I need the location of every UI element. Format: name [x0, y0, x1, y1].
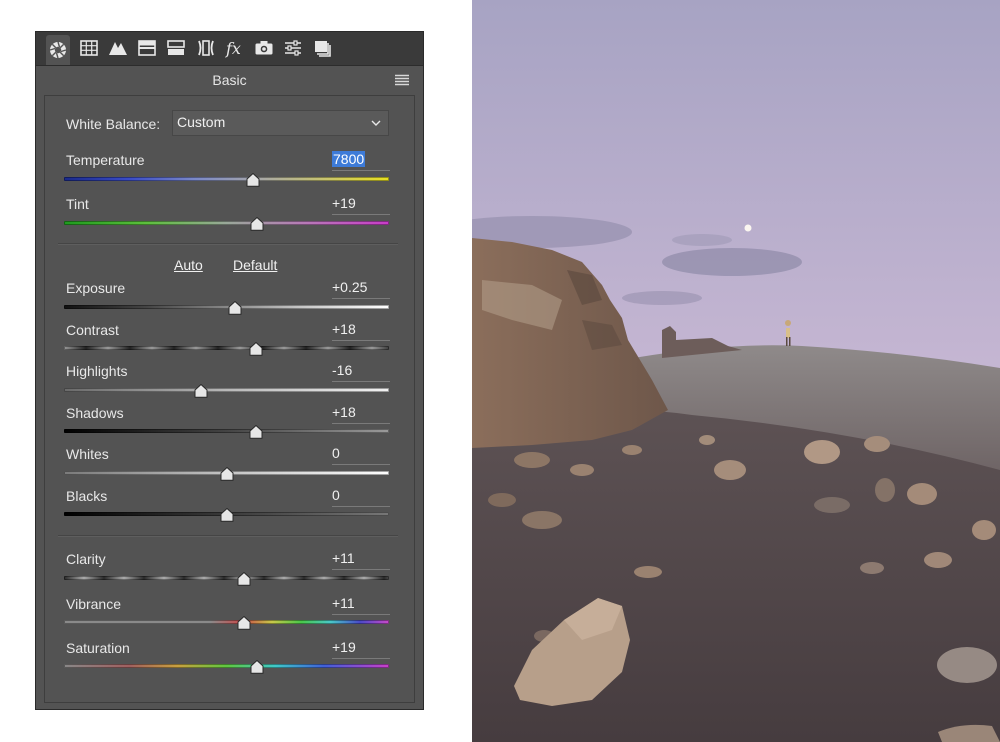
white-balance-label: White Balance:: [66, 116, 161, 132]
tint-slider-thumb[interactable]: [250, 217, 264, 231]
vibrance-slider-track[interactable]: [64, 620, 389, 624]
highlights-value: -16: [332, 362, 353, 378]
tab-hsl[interactable]: [135, 35, 159, 61]
exposure-slider-track[interactable]: [64, 305, 389, 309]
tab-effects[interactable]: fx: [223, 35, 247, 61]
tab-camera-calibration[interactable]: [252, 35, 276, 61]
tab-tone-curve[interactable]: [77, 35, 101, 61]
tab-snapshots[interactable]: [311, 35, 335, 61]
contrast-value-field[interactable]: +18: [332, 321, 390, 341]
clarity-value-field[interactable]: +11: [332, 550, 390, 570]
temperature-label: Temperature: [66, 152, 145, 168]
saturation-value: +19: [332, 639, 356, 655]
shadows-slider-track[interactable]: [64, 429, 389, 433]
tab-detail[interactable]: [106, 35, 130, 61]
tint-slider-track[interactable]: [64, 221, 389, 225]
saturation-label: Saturation: [66, 640, 130, 656]
white-balance-value: Custom: [177, 114, 226, 130]
shadows-label: Shadows: [66, 405, 124, 421]
whites-value: 0: [332, 445, 340, 461]
auto-button[interactable]: Auto: [174, 257, 203, 273]
camera-raw-panel: fx Basic White Balance: Custom Temperatu…: [35, 31, 424, 710]
vibrance-slider-thumb[interactable]: [237, 616, 251, 630]
exposure-value: +0.25: [332, 279, 368, 295]
snapshots-icon: [315, 41, 331, 57]
vibrance-value: +11: [332, 595, 355, 611]
white-balance-select[interactable]: Custom: [172, 110, 389, 136]
split-toning-icon: [167, 40, 185, 55]
exposure-slider-thumb[interactable]: [228, 301, 242, 315]
svg-text:fx: fx: [225, 39, 241, 58]
section-divider: [58, 243, 398, 245]
section-divider: [58, 535, 398, 537]
vibrance-label: Vibrance: [66, 596, 122, 612]
vibrance-value-field[interactable]: +11: [332, 595, 390, 615]
highlights-slider-track[interactable]: [64, 388, 389, 392]
chevron-down-icon: [371, 120, 381, 126]
camera-calibration-icon: [255, 41, 273, 55]
detail-mountains-icon: [109, 42, 127, 55]
saturation-slider-track[interactable]: [64, 664, 389, 668]
whites-slider-thumb[interactable]: [220, 467, 234, 481]
temperature-value-field[interactable]: 7800: [332, 151, 390, 171]
whites-value-field[interactable]: 0: [332, 445, 390, 465]
fx-effects-icon: fx: [225, 39, 241, 58]
tint-value-field[interactable]: +19: [332, 195, 390, 215]
presets-sliders-icon: [285, 40, 301, 56]
highlights-slider-thumb[interactable]: [194, 384, 208, 398]
clarity-slider-track[interactable]: [64, 576, 389, 580]
panel-title: Basic: [212, 72, 247, 88]
shadows-value-field[interactable]: +18: [332, 404, 390, 424]
blacks-value-field[interactable]: 0: [332, 487, 390, 507]
highlights-value-field[interactable]: -16: [332, 362, 390, 382]
lens-corrections-icon: [198, 40, 214, 56]
aperture-icon: [49, 41, 67, 59]
contrast-value: +18: [332, 321, 356, 337]
panel-tab-bar: fx: [36, 32, 423, 66]
temperature-slider-track[interactable]: [64, 177, 389, 181]
landscape-photo: [472, 0, 1000, 742]
whites-label: Whites: [66, 446, 109, 462]
tone-curve-grid-icon: [80, 40, 98, 56]
saturation-value-field[interactable]: +19: [332, 639, 390, 659]
tab-basic[interactable]: [46, 35, 70, 65]
temperature-value: 7800: [332, 151, 366, 167]
clarity-slider-thumb[interactable]: [237, 572, 251, 586]
panel-menu-icon[interactable]: [395, 74, 409, 86]
saturation-slider-thumb[interactable]: [250, 660, 264, 674]
tint-label: Tint: [66, 196, 89, 212]
tint-value: +19: [332, 195, 356, 211]
clarity-label: Clarity: [66, 551, 106, 567]
hsl-icon: [138, 40, 156, 56]
contrast-slider-track[interactable]: [64, 346, 389, 350]
default-button[interactable]: Default: [233, 257, 277, 273]
tab-split-toning[interactable]: [164, 35, 188, 61]
shadows-slider-thumb[interactable]: [249, 425, 263, 439]
blacks-value: 0: [332, 487, 340, 503]
highlights-label: Highlights: [66, 363, 128, 379]
exposure-label: Exposure: [66, 280, 126, 296]
shadows-value: +18: [332, 404, 356, 420]
tab-presets[interactable]: [281, 35, 305, 61]
temperature-slider-thumb[interactable]: [246, 173, 260, 187]
exposure-value-field[interactable]: +0.25: [332, 279, 390, 299]
clarity-value: +11: [332, 550, 355, 566]
contrast-label: Contrast: [66, 322, 119, 338]
photo-preview: [472, 0, 1000, 742]
blacks-label: Blacks: [66, 488, 108, 504]
contrast-slider-thumb[interactable]: [249, 342, 263, 356]
tab-lens-corrections[interactable]: [194, 35, 218, 61]
blacks-slider-thumb[interactable]: [220, 508, 234, 522]
